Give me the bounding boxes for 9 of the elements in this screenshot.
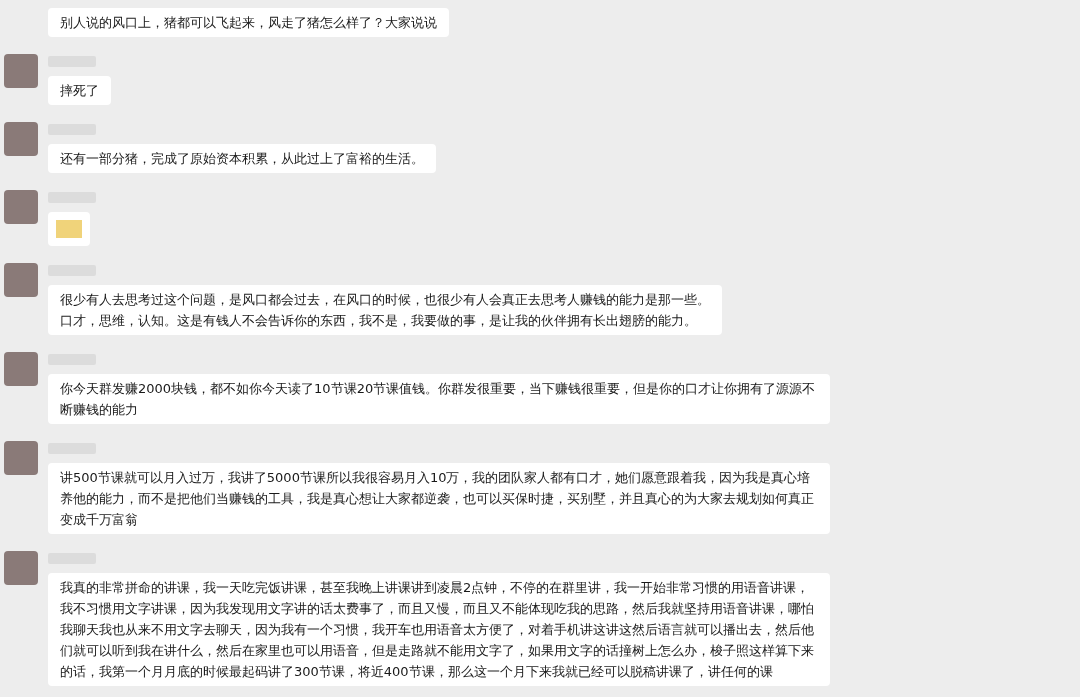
message-bubble: 你今天群发赚2000块钱，都不如你今天读了10节课20节课值钱。你群发很重要，当下赚钱很重要，但是你的口才让你拥有了源源不断赚钱的能力: [48, 374, 830, 424]
message-bubble: 我真的非常拼命的讲课，我一天吃完饭讲课，甚至我晚上讲课讲到凌晨2点钟，不停的在群里讲，我一开始非常习惯的用语音讲课，我不习惯用文字讲课，因为我发现用文字讲的话太费事了，而且又慢，而且又不能体现吃我的思路，然后我就坚持用语音讲课，哪怕我聊天我也从来不用文字去聊天，因为我有一个习惯，我开车也用语音太方便了，对着手机讲这讲这然后语言就可以播出去，然后他们就可以听到我在讲什么，然后在家里也可以用语音，但是走路就不能用文字了，如果用文字的话撞树上怎么办，梭子照这样算下来的话，我第一个月月底的时候最起码讲了300节课，将近400节课，那么这一个月下来我就已经可以脱稿讲课了，讲任何的课: [48, 573, 830, 686]
message-line: 很少有人去思考过这个问题，是风口都会过去，在风口的时候，也很少有人会真正去思考人赚钱的能力是那一些。: [60, 291, 710, 309]
message-bubble: 讲500节课就可以月入过万，我讲了5000节课所以我很容易月入10万，我的团队家人都有口才，她们愿意跟着我，因为我是真心培养他的能力，而不是把他们当赚钱的工具，我是真心想让大家都逆袭，也可以买保时捷，买别墅，并且真心的为大家去规划如何真正变成千万富翁: [48, 463, 830, 534]
message-bubble: 别人说的风口上，猪都可以飞起来，风走了猪怎么样了？大家说说: [48, 8, 449, 37]
image-placeholder: [48, 212, 90, 246]
message-line: 口才，思维，认知。这是有钱人不会告诉你的东西，我不是，我要做的事，是让我的伙伴拥有长出翅膀的能力。: [60, 312, 698, 330]
message-bubble: 还有一部分猪，完成了原始资本积累，从此过上了富裕的生活。: [48, 144, 436, 173]
message-bubble: 摔死了: [48, 76, 111, 105]
